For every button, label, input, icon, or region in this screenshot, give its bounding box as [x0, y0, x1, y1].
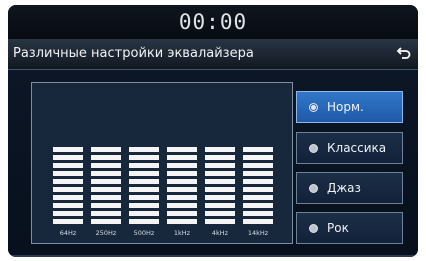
radio-icon [309, 144, 318, 153]
eq-level-segment [243, 219, 273, 224]
eq-level-segment [91, 171, 121, 176]
radio-selected-icon [309, 103, 318, 112]
eq-level-segment [167, 179, 197, 184]
eq-level-segment [243, 147, 273, 152]
eq-level-segment [129, 155, 159, 160]
eq-level-segment [53, 179, 83, 184]
eq-level-segment [243, 179, 273, 184]
eq-level-segment [167, 147, 197, 152]
eq-level-segment [243, 211, 273, 216]
preset-jazz-button[interactable]: Джаз [296, 172, 403, 204]
eq-level-segment [91, 195, 121, 200]
clock: 00:00 [178, 10, 248, 34]
eq-level-segment [167, 187, 197, 192]
bottom-divider [8, 255, 418, 257]
preset-rock-button[interactable]: Рок [296, 212, 403, 244]
eq-level-segment [243, 171, 273, 176]
eq-level-segment [53, 219, 83, 224]
eq-level-segment [167, 155, 197, 160]
eq-level-segment [129, 171, 159, 176]
eq-band-4khz[interactable] [205, 144, 235, 224]
eq-level-segment [167, 171, 197, 176]
radio-icon [309, 184, 318, 193]
eq-level-segment [243, 155, 273, 160]
eq-level-segment [205, 179, 235, 184]
content-area: 64Hz 250Hz 500Hz 1kHz 4kHz 14kHz Норм. Класси… [8, 70, 418, 257]
eq-band-label: 14kHz [247, 229, 269, 237]
equalizer-panel: 64Hz 250Hz 500Hz 1kHz 4kHz 14kHz [31, 82, 293, 244]
eq-level-segment [53, 195, 83, 200]
preset-label: Классика [327, 141, 387, 155]
eq-level-segment [53, 211, 83, 216]
eq-level-segment [91, 147, 121, 152]
eq-level-segment [53, 155, 83, 160]
eq-level-segment [91, 211, 121, 216]
page-title: Различные настройки эквалайзера [13, 46, 254, 61]
eq-level-segment [129, 163, 159, 168]
eq-level-segment [243, 163, 273, 168]
eq-level-segment [167, 163, 197, 168]
eq-level-segment [129, 179, 159, 184]
eq-band-label: 250Hz [95, 229, 117, 237]
eq-band-500hz[interactable] [129, 144, 159, 224]
eq-level-segment [53, 163, 83, 168]
eq-level-segment [53, 171, 83, 176]
eq-level-segment [129, 187, 159, 192]
preset-normal-button[interactable]: Норм. [296, 91, 403, 123]
eq-level-segment [91, 163, 121, 168]
eq-level-segment [53, 187, 83, 192]
eq-level-segment [129, 211, 159, 216]
eq-level-segment [91, 187, 121, 192]
preset-label: Джаз [327, 181, 361, 195]
eq-level-segment [129, 203, 159, 208]
eq-band-64hz[interactable] [53, 144, 83, 224]
eq-level-segment [167, 203, 197, 208]
eq-level-segment [205, 203, 235, 208]
eq-band-label: 4kHz [211, 229, 229, 237]
eq-level-segment [205, 219, 235, 224]
eq-level-segment [129, 195, 159, 200]
eq-level-segment [243, 187, 273, 192]
eq-level-segment [205, 211, 235, 216]
eq-level-segment [53, 147, 83, 152]
eq-level-segment [205, 171, 235, 176]
eq-band-1khz[interactable] [167, 144, 197, 224]
eq-level-segment [205, 187, 235, 192]
eq-level-segment [91, 155, 121, 160]
eq-level-segment [243, 203, 273, 208]
eq-level-segment [205, 163, 235, 168]
eq-level-segment [129, 147, 159, 152]
radio-icon [309, 224, 318, 233]
eq-band-label: 64Hz [59, 229, 77, 237]
eq-band-250hz[interactable] [91, 144, 121, 224]
eq-level-segment [205, 147, 235, 152]
eq-level-segment [91, 179, 121, 184]
preset-label: Рок [327, 221, 349, 235]
eq-level-segment [91, 219, 121, 224]
preset-classic-button[interactable]: Классика [296, 132, 403, 164]
eq-level-segment [129, 219, 159, 224]
eq-level-segment [243, 195, 273, 200]
eq-level-segment [91, 203, 121, 208]
eq-band-14khz[interactable] [243, 144, 273, 224]
title-bar: Различные настройки эквалайзера [8, 39, 418, 70]
eq-level-segment [167, 195, 197, 200]
return-arrow-icon[interactable] [396, 45, 412, 61]
preset-label: Норм. [327, 100, 364, 114]
head-unit-screen: 00:00 Различные настройки эквалайзера 64… [8, 5, 418, 257]
status-bar: 00:00 [8, 5, 418, 39]
eq-level-segment [53, 203, 83, 208]
eq-level-segment [205, 155, 235, 160]
eq-band-label: 500Hz [133, 229, 155, 237]
eq-level-segment [167, 219, 197, 224]
eq-band-label: 1kHz [173, 229, 191, 237]
eq-level-segment [205, 195, 235, 200]
eq-level-segment [167, 211, 197, 216]
